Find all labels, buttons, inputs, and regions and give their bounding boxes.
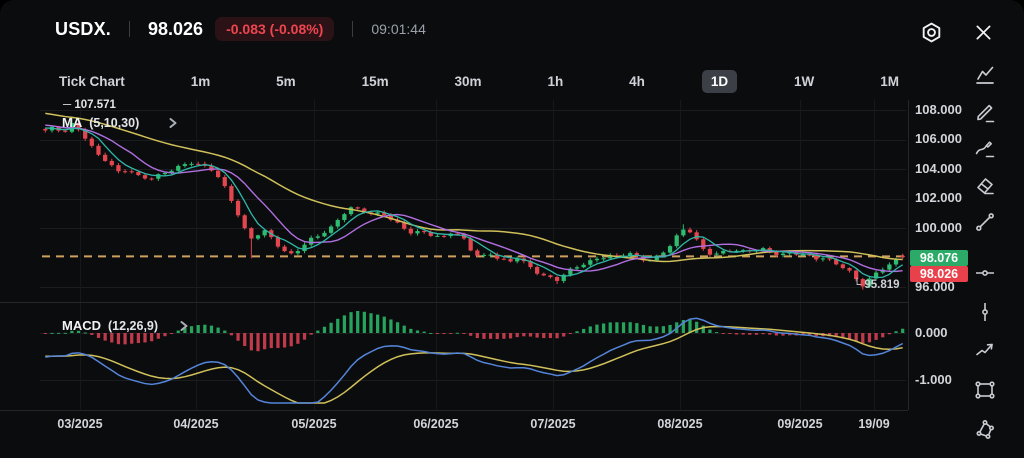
ma-expand-chevron-icon[interactable] xyxy=(168,117,178,129)
chart-style-icon[interactable] xyxy=(973,63,997,87)
time-tick: 04/2025 xyxy=(173,417,218,431)
tab-4h[interactable]: 4h xyxy=(620,70,654,93)
ma-legend: MA (5,10,30) xyxy=(62,115,178,130)
time-tick: 05/2025 xyxy=(291,417,336,431)
time-tick: 19/09 xyxy=(858,417,889,431)
horizontal-line-icon[interactable] xyxy=(973,261,997,285)
macd-legend-title: MACD xyxy=(62,318,101,333)
prev-close-price-badge: 98.076 xyxy=(910,250,968,266)
time-tick: 06/2025 xyxy=(413,417,458,431)
header-divider xyxy=(129,21,130,37)
tab-1h[interactable]: 1h xyxy=(538,70,572,93)
clock-time: 09:01:44 xyxy=(371,21,426,37)
eraser-icon[interactable] xyxy=(973,173,997,197)
ma-legend-title: MA xyxy=(62,115,82,130)
visible-high-label: ─ 107.571 xyxy=(63,99,116,111)
macd-tick: -1.000 xyxy=(915,373,952,387)
ma-legend-params: (5,10,30) xyxy=(89,116,139,130)
tab-1m-month[interactable]: 1M xyxy=(871,70,908,93)
vertical-line-icon[interactable] xyxy=(973,300,997,324)
tab-1m[interactable]: 1m xyxy=(182,70,220,93)
tab-15m[interactable]: 15m xyxy=(353,70,398,93)
trading-chart-window: USDX. 98.026 -0.083 (-0.08%) 09:01:44 Ti… xyxy=(0,0,1024,458)
symbol-title: USDX. xyxy=(55,19,111,40)
time-tick: 09/2025 xyxy=(777,417,822,431)
price-tick: 104.000 xyxy=(915,162,962,176)
last-price-badge: 98.026 xyxy=(910,266,968,282)
curve-pencil-icon[interactable] xyxy=(973,136,997,160)
tab-1w[interactable]: 1W xyxy=(785,70,823,93)
time-tick: 03/2025 xyxy=(57,417,102,431)
time-tick: 07/2025 xyxy=(530,417,575,431)
time-tick: 08/2025 xyxy=(657,417,702,431)
macd-tick: 0.000 xyxy=(915,326,948,340)
visible-low-label: └ 95.819 xyxy=(853,279,900,291)
tab-5m[interactable]: 5m xyxy=(267,70,305,93)
tab-30m[interactable]: 30m xyxy=(446,70,491,93)
trend-segment-icon[interactable] xyxy=(973,210,997,234)
macd-legend: MACD (12,26,9) xyxy=(62,318,189,333)
price-tick: 106.000 xyxy=(915,132,962,146)
macd-expand-chevron-icon[interactable] xyxy=(179,320,189,332)
tab-tick-chart[interactable]: Tick Chart xyxy=(50,70,134,93)
price-tick: 96.000 xyxy=(915,280,955,294)
last-price: 98.026 xyxy=(148,19,203,40)
header: USDX. 98.026 -0.083 (-0.08%) 09:01:44 xyxy=(0,0,1024,58)
tab-1d[interactable]: 1D xyxy=(702,70,737,93)
price-change-badge: -0.083 (-0.08%) xyxy=(215,17,334,41)
rectangle-icon[interactable] xyxy=(973,378,997,402)
price-tick: 102.000 xyxy=(915,191,962,205)
polygon-icon[interactable] xyxy=(973,418,997,442)
price-tick: 100.000 xyxy=(915,221,962,235)
timeframe-tabs: Tick Chart 1m 5m 15m 30m 1h 4h 1D 1W 1M xyxy=(50,66,908,96)
header-divider xyxy=(352,21,353,37)
macd-legend-params: (12,26,9) xyxy=(108,319,158,333)
price-tick: 108.000 xyxy=(915,103,962,117)
trend-arrow-icon[interactable] xyxy=(973,338,997,362)
pencil-icon[interactable] xyxy=(973,101,997,125)
